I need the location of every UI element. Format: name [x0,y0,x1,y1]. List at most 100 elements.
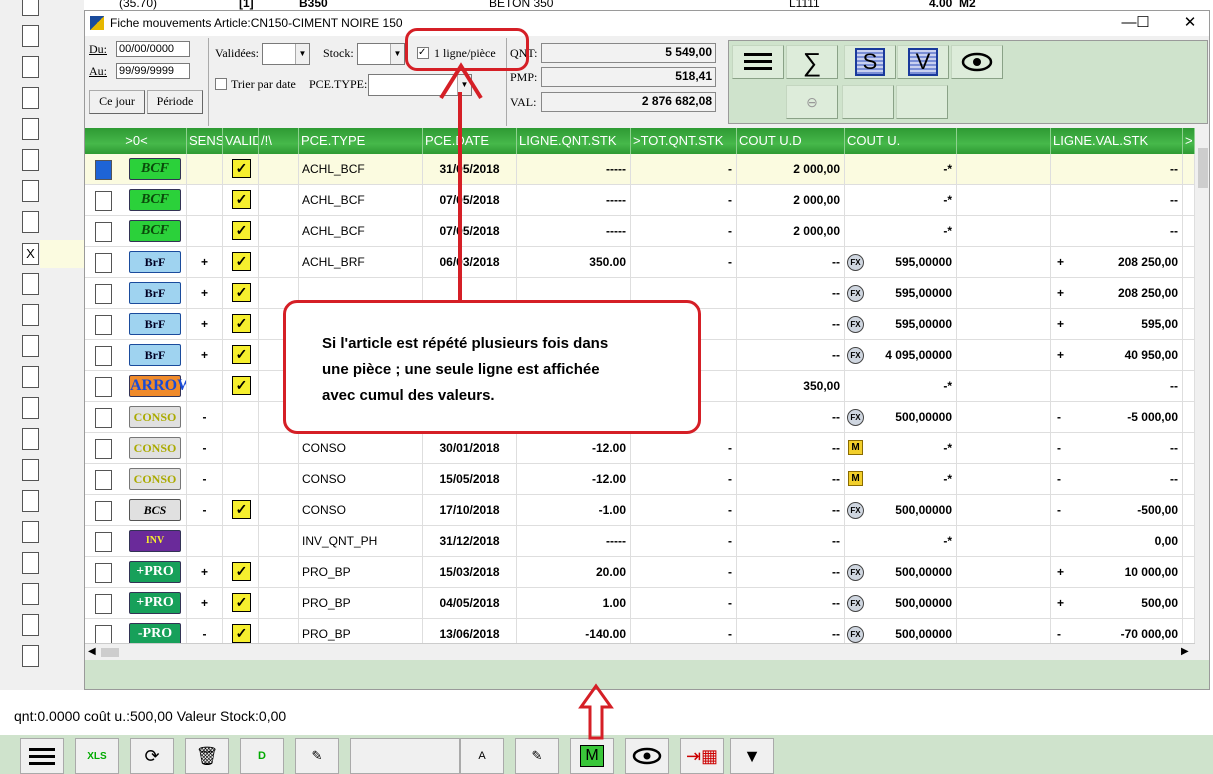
row-selector-cell[interactable]: BrF [85,340,187,371]
v-button[interactable]: V [897,45,949,79]
row-checkbox[interactable] [95,253,112,273]
periode-button[interactable]: Période [147,90,203,114]
horizontal-scrollbar[interactable]: ◀ ▶ [85,643,1195,660]
row-selector-cell[interactable]: BrF [85,278,187,309]
column-header[interactable]: LIGNE.QNT.STK [517,128,631,154]
filter-button[interactable]: ▼ [730,738,774,774]
ce-jour-button[interactable]: Ce jour [89,90,145,114]
du-date-input[interactable]: 00/00/0000 [116,41,190,57]
row-checkbox[interactable] [95,222,112,242]
export-xls-button[interactable]: XLS [75,738,119,774]
table-row[interactable]: INV INV_QNT_PH 31/12/2018 ----- - -- -* 0,00 [85,526,1195,557]
maximize-button[interactable]: ☐ [1129,13,1157,33]
row-checkbox[interactable] [95,315,112,335]
a-button[interactable]: A [460,738,504,774]
column-header[interactable]: >TOT.QNT.STK [631,128,737,154]
menu-button[interactable] [20,738,64,774]
table-row[interactable]: CONSO - CONSO 30/01/2018 -12.00- -- -* M -- - [85,433,1195,464]
scroll-left-icon[interactable]: ◀ [88,646,96,657]
scroll-thumb[interactable] [1198,148,1208,188]
table-row[interactable]: BrF + ✓ ACHL_BRF 06/03/2018 350.00- -- 595,0000… [85,247,1195,278]
column-header[interactable]: > [1183,128,1195,154]
valid-cell[interactable]: ✓ [223,371,259,402]
row-selector-cell[interactable]: BrF [85,309,187,340]
table-row[interactable]: +PRO + ✓ PRO_BP 15/03/2018 20.00- -- 500,00000 F… [85,557,1195,588]
table-row[interactable]: BCF ✓ ACHL_BCF 07/05/2018 ----- -2 000,00 -* -- [85,216,1195,247]
valid-cell[interactable]: ✓ [223,340,259,371]
row-checkbox[interactable] [95,408,112,428]
close-button[interactable]: ✕ [1176,13,1204,33]
grid-export-button[interactable]: ⇥▦ [680,738,724,774]
valid-cell[interactable] [223,464,259,495]
row-checkbox[interactable] [95,470,112,490]
row-selector-cell[interactable]: ARROW [85,371,187,402]
valid-cell[interactable]: ✓ [223,557,259,588]
empty-button-2[interactable] [896,85,948,119]
eye-button[interactable] [625,738,669,774]
scroll-thumb[interactable] [101,648,119,657]
eye-button[interactable] [951,45,1003,79]
d-button[interactable]: D [240,738,284,774]
row-selector-cell[interactable]: +PRO [85,557,187,588]
valid-cell[interactable]: ✓ [223,588,259,619]
empty-button[interactable] [350,738,460,774]
column-header[interactable]: PCE.DATE [423,128,517,154]
row-checkbox[interactable] [95,594,112,614]
row-selector-cell[interactable]: +PRO [85,588,187,619]
row-checkbox[interactable] [95,346,112,366]
column-header[interactable]: COUT U.D [737,128,845,154]
valid-cell[interactable]: ✓ [223,309,259,340]
row-checkbox[interactable] [95,284,112,304]
row-selector-cell[interactable]: -PRO [85,619,187,643]
row-checkbox[interactable] [95,160,112,180]
s-button[interactable]: S [844,45,896,79]
valid-cell[interactable]: ✓ [223,216,259,247]
stock-select[interactable]: ▼ [357,43,405,65]
row-selector-cell[interactable]: CONSO [85,464,187,495]
row-selector-cell[interactable]: BCF [85,185,187,216]
valid-cell[interactable] [223,402,259,433]
empty-button-1[interactable] [842,85,894,119]
au-date-input[interactable]: 99/99/9999 [116,63,190,79]
row-checkbox[interactable] [95,439,112,459]
column-header[interactable] [957,128,1051,154]
row-selector-cell[interactable]: BCF [85,216,187,247]
valid-cell[interactable]: ✓ [223,154,259,185]
table-row[interactable]: -PRO - ✓ PRO_BP 13/06/2018 -140.00- -- 500,0000… [85,619,1195,643]
row-checkbox[interactable] [95,532,112,552]
valid-cell[interactable]: ✓ [223,247,259,278]
row-checkbox[interactable] [95,191,112,211]
column-header[interactable]: >0< [85,128,187,154]
column-header[interactable]: LIGNE.VAL.STK [1051,128,1183,154]
column-header[interactable]: /!\ [259,128,299,154]
valid-cell[interactable] [223,433,259,464]
table-row[interactable]: BCS - ✓ CONSO 17/10/2018 -1.00- -- 500,00000 FX -… [85,495,1195,526]
vertical-scrollbar[interactable] [1195,128,1209,643]
table-row[interactable]: BCF ✓ ACHL_BCF 31/05/2018 ----- -2 000,00 -* -- [85,154,1195,185]
column-header[interactable]: SENS [187,128,223,154]
row-checkbox[interactable] [95,501,112,521]
sum-button[interactable]: ∑ [786,45,838,79]
trier-date-checkbox[interactable] [215,78,227,90]
valid-cell[interactable]: ✓ [223,619,259,643]
row-selector-cell[interactable]: BrF [85,247,187,278]
column-header[interactable]: COUT U. [845,128,957,154]
scroll-right-icon[interactable]: ▶ [1181,646,1189,657]
row-selector-cell[interactable]: CONSO [85,402,187,433]
row-selector-cell[interactable]: BCF [85,154,187,185]
refresh-button[interactable]: ⟳ [130,738,174,774]
row-checkbox[interactable] [95,563,112,583]
zoom-out-button[interactable]: ⊖ [786,85,838,119]
valid-cell[interactable]: ✓ [223,278,259,309]
row-selector-cell[interactable]: BCS [85,495,187,526]
row-selector-cell[interactable]: CONSO [85,433,187,464]
table-row[interactable]: +PRO + ✓ PRO_BP 04/05/2018 1.00- -- 500,00000 FX… [85,588,1195,619]
row-checkbox[interactable] [95,377,112,397]
column-header[interactable]: VALID [223,128,259,154]
validees-select[interactable]: ▼ [262,43,310,65]
column-header[interactable]: PCE.TYPE [299,128,423,154]
edit-button[interactable]: ✎ [295,738,339,774]
m-button[interactable]: M [570,738,614,774]
valid-cell[interactable]: ✓ [223,185,259,216]
menu-button[interactable] [732,45,784,79]
